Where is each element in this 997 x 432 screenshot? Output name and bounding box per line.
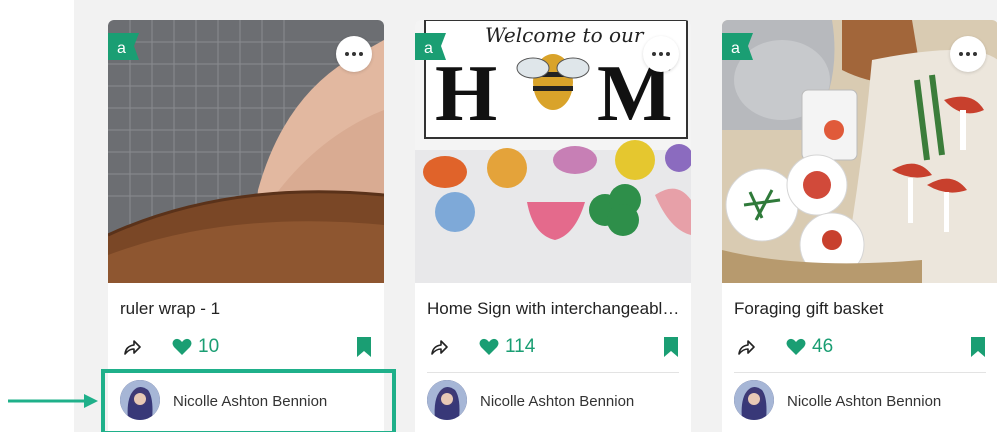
arrow-right-icon: [8, 394, 98, 408]
project-title[interactable]: Home Sign with interchangeable tiles: [427, 299, 683, 319]
svg-text:a: a: [117, 40, 126, 57]
dot: [359, 52, 363, 56]
project-title[interactable]: ruler wrap - 1: [120, 299, 376, 319]
card-actions: 10: [120, 335, 372, 359]
avatar[interactable]: [734, 380, 774, 420]
heart-icon[interactable]: [479, 338, 499, 356]
share-icon[interactable]: [429, 337, 449, 357]
project-title[interactable]: Foraging gift basket: [734, 299, 990, 319]
divider: [734, 372, 986, 373]
author-row[interactable]: Nicolle Ashton Bennion: [734, 380, 990, 422]
project-card[interactable]: Welcome to our H M a Home Sign with inte…: [415, 20, 691, 432]
dot: [352, 52, 356, 56]
sign-letter-h: H: [435, 50, 497, 138]
heart-icon[interactable]: [172, 338, 192, 356]
more-options-button[interactable]: [950, 36, 986, 72]
dot: [666, 52, 670, 56]
author-name[interactable]: Nicolle Ashton Bennion: [787, 393, 941, 410]
author-name[interactable]: Nicolle Ashton Bennion: [480, 393, 634, 410]
bookmark-icon[interactable]: [663, 337, 679, 357]
a-badge-icon: a: [108, 33, 139, 60]
author-row[interactable]: Nicolle Ashton Bennion: [427, 380, 683, 422]
like-count: 46: [812, 336, 834, 357]
svg-text:a: a: [424, 40, 433, 57]
highlight-box: [101, 369, 396, 432]
dot: [345, 52, 349, 56]
dot: [652, 52, 656, 56]
a-badge-icon: a: [722, 33, 753, 60]
sign-script-text: Welcome to our: [485, 23, 645, 47]
svg-text:a: a: [731, 40, 740, 57]
like-count: 10: [198, 336, 220, 357]
bookmark-icon[interactable]: [970, 337, 986, 357]
like-count: 114: [505, 336, 536, 357]
card-actions: 114: [427, 335, 679, 359]
share-icon[interactable]: [736, 337, 756, 357]
dot: [959, 52, 963, 56]
avatar[interactable]: [427, 380, 467, 420]
dot: [659, 52, 663, 56]
more-options-button[interactable]: [336, 36, 372, 72]
card-actions: 46: [734, 335, 986, 359]
heart-icon[interactable]: [786, 338, 806, 356]
divider: [427, 372, 679, 373]
bookmark-icon[interactable]: [356, 337, 372, 357]
share-icon[interactable]: [122, 337, 142, 357]
project-card[interactable]: a Foraging gift basket 46 Nicolle Ashton…: [722, 20, 997, 432]
a-badge-icon: a: [415, 33, 446, 60]
dot: [966, 52, 970, 56]
dot: [973, 52, 977, 56]
more-options-button[interactable]: [643, 36, 679, 72]
